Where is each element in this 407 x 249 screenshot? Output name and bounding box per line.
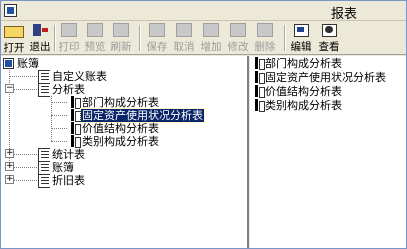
tree-line <box>51 141 67 142</box>
edit-button[interactable]: 编辑 <box>288 23 314 53</box>
tree-node-label: 分析表 <box>52 83 85 96</box>
table-folder-icon <box>38 83 50 97</box>
refresh-button[interactable]: 刷新 <box>108 23 134 53</box>
list-item-label: 类别构成分析表 <box>265 99 342 112</box>
report-icon <box>252 71 265 84</box>
report-icon <box>68 109 81 122</box>
printer-icon <box>61 23 77 37</box>
table-folder-icon <box>38 161 50 175</box>
table-folder-icon <box>38 70 50 84</box>
modify-icon <box>230 23 246 37</box>
delete-button[interactable]: 删除 <box>252 23 278 53</box>
report-tree[interactable]: 账簿 自定义账表 − 分析表 部门构成分析表 固定资产使用状况分析表 价值结构分… <box>1 56 249 248</box>
expand-icon[interactable]: + <box>5 162 14 171</box>
edit-icon <box>292 23 310 37</box>
add-icon <box>203 23 219 37</box>
tree-node-label: 统计表 <box>52 148 85 161</box>
table-folder-icon <box>38 148 50 162</box>
report-icon <box>252 57 265 70</box>
view-icon <box>320 23 338 37</box>
expand-icon[interactable]: + <box>5 175 14 184</box>
tree-node-label: 类别构成分析表 <box>82 135 159 148</box>
tree-line <box>14 154 37 155</box>
report-icon <box>252 85 265 98</box>
title-bar: 报表 <box>1 1 406 22</box>
report-icon <box>68 135 81 148</box>
report-icon <box>68 122 81 135</box>
tree-node-label: 折旧表 <box>52 174 85 187</box>
table-folder-icon <box>38 174 50 188</box>
report-icon <box>68 96 81 109</box>
refresh-button-label: 刷新 <box>110 41 132 53</box>
tree-line <box>14 89 37 90</box>
open-folder-icon <box>4 26 24 38</box>
list-item-label: 价值结构分析表 <box>265 85 342 98</box>
delete-button-label: 删除 <box>254 41 276 53</box>
tree-line <box>51 115 67 116</box>
tree-node-label: 账簿 <box>17 57 39 70</box>
tree-node-label: 账簿 <box>52 161 74 174</box>
tree-node-label: 部门构成分析表 <box>82 96 159 109</box>
preview-icon <box>87 23 103 37</box>
expand-icon[interactable]: + <box>5 149 14 158</box>
save-icon <box>149 23 165 37</box>
report-window: 报表 打开 退出 打印 预览 刷新 保存 取消 增加 修改 删除 编辑 查看 账… <box>0 0 407 249</box>
tree-line <box>14 180 37 181</box>
tree-line <box>51 128 67 129</box>
cancel-icon <box>176 23 192 37</box>
view-button-label: 查看 <box>318 41 340 53</box>
tree-line <box>14 167 37 168</box>
app-icon[interactable] <box>4 4 17 17</box>
refresh-icon <box>113 23 129 37</box>
tree-node-label: 自定义账表 <box>52 70 107 83</box>
report-icon <box>252 99 265 112</box>
tree-node-label: 固定资产使用状况分析表 <box>80 108 205 123</box>
ledger-root-icon <box>3 58 14 69</box>
report-list[interactable]: 部门构成分析表 固定资产使用状况分析表 价值结构分析表 类别构成分析表 <box>250 56 406 248</box>
toolbar: 打开 退出 打印 预览 刷新 保存 取消 增加 修改 删除 编辑 查看 <box>1 21 406 55</box>
delete-icon <box>257 23 273 37</box>
tree-node-label: 价值结构分析表 <box>82 122 159 135</box>
view-button[interactable]: 查看 <box>316 23 342 53</box>
tree-line <box>9 76 37 77</box>
tree-line <box>51 102 67 103</box>
exit-button[interactable]: 退出 <box>27 23 53 53</box>
window-title: 报表 <box>331 7 358 22</box>
list-item-label: 部门构成分析表 <box>265 57 342 70</box>
list-item-label: 固定资产使用状况分析表 <box>265 71 386 84</box>
exit-door-icon <box>31 23 49 37</box>
collapse-icon[interactable]: − <box>5 84 14 93</box>
